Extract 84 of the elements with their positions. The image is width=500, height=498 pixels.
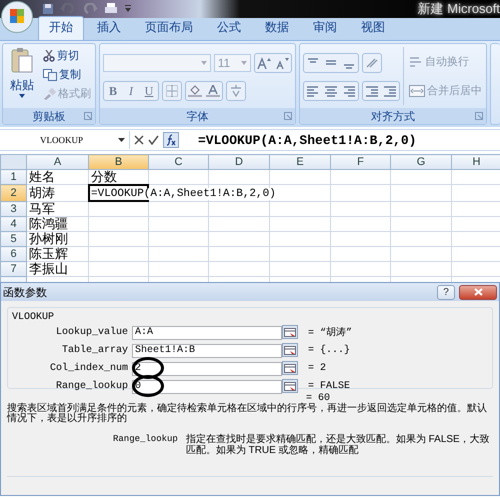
help-button[interactable]: ?: [437, 284, 455, 300]
close-button[interactable]: [459, 284, 497, 300]
ribbon-tab[interactable]: 公式: [206, 16, 252, 40]
column-header[interactable]: B: [88, 154, 148, 170]
parameter-label: Col_index_num: [48, 362, 129, 374]
paste-button[interactable]: 粘贴: [6, 47, 38, 105]
row-header[interactable]: 7: [0, 262, 26, 276]
row-header[interactable]: 2: [0, 184, 26, 202]
parameter-result: = {...}: [307, 344, 352, 356]
row-header[interactable]: 4: [0, 216, 26, 232]
parameter-label: Table_array: [60, 344, 129, 356]
parameter-name: Range_lookup: [113, 434, 178, 446]
range-select-button[interactable]: [282, 379, 298, 393]
insert-function-icon[interactable]: [163, 132, 179, 148]
row-header[interactable]: 1: [0, 170, 26, 184]
merge-cells-icon: [409, 84, 425, 96]
caret-icon: [19, 94, 25, 98]
dialog-title: 函数参数: [3, 286, 47, 300]
range-select-button[interactable]: [282, 325, 298, 339]
cell-text: =VLOOKUP(A:A,Sheet1!A:B,2,0): [91, 188, 276, 200]
format-button[interactable]: U: [140, 82, 158, 100]
font-color-icon[interactable]: [204, 82, 222, 100]
ribbon-button[interactable]: 复制: [42, 66, 92, 83]
copy-icon: [43, 68, 57, 80]
cell-text: 马军: [29, 201, 55, 216]
name-box[interactable]: VLOOKUP: [0, 131, 130, 149]
group-label: 对齐方式: [371, 110, 415, 124]
ribbon-tab[interactable]: 数据: [254, 16, 300, 40]
wrap-text-icon: [409, 56, 423, 68]
group-label: 剪贴板: [32, 110, 66, 124]
row-header[interactable]: 5: [0, 232, 26, 246]
ribbon-tab[interactable]: 视图: [350, 16, 396, 40]
enter-icon[interactable]: [148, 135, 159, 145]
input-field[interactable]: 0: [132, 380, 282, 394]
parameter-label: Lookup_value: [54, 326, 129, 338]
save-icon[interactable]: [42, 3, 54, 15]
cell-text: 姓名: [29, 169, 55, 184]
ribbon-button[interactable]: 剪切: [42, 47, 92, 64]
format-button[interactable]: I: [122, 82, 140, 100]
column-header[interactable]: H: [452, 154, 500, 170]
ribbon-tab[interactable]: 开始: [38, 16, 84, 40]
scissors-icon: [43, 50, 55, 62]
input-field[interactable]: Sheet1!A:B: [132, 344, 282, 358]
formula-field[interactable]: =VLOOKUP(A:A,Sheet1!A:B,2,0): [196, 132, 416, 148]
parameter-label: Range_lookup: [54, 380, 129, 392]
cell-text: 分数: [91, 169, 117, 184]
cell-text: 陈鸿疆: [29, 216, 68, 231]
cancel-icon[interactable]: [134, 135, 144, 145]
group-label: 字体: [186, 110, 208, 124]
cell-text: 孙树刚: [29, 231, 68, 246]
function-name: VLOOKUP: [11, 312, 56, 323]
parameter-result: = “胡涛”: [307, 326, 354, 339]
column-header[interactable]: F: [330, 154, 390, 170]
ribbon-tab[interactable]: 审阅: [302, 16, 348, 40]
input-field[interactable]: A:A: [132, 326, 282, 340]
parameter-description: 指定在查找时是要求精确匹配，还是大致匹配。如果为 FALSE，大致匹配。如果为 TRUE 或忽略，精确匹配: [186, 434, 491, 456]
column-header[interactable]: E: [270, 154, 330, 170]
ribbon-tab[interactable]: 插入: [86, 16, 132, 40]
cell-text: 胡涛: [29, 185, 55, 200]
format-button[interactable]: B: [104, 82, 122, 100]
window-title: 新建 Microsoft: [418, 0, 500, 18]
caret-icon: [241, 61, 247, 65]
customize-icon[interactable]: [124, 4, 132, 14]
ribbon-tab[interactable]: 页面布局: [134, 16, 204, 40]
close-icon: [474, 288, 482, 296]
parameter-result: = 2: [307, 362, 328, 374]
input-field[interactable]: 2: [132, 362, 282, 376]
cell-text: 陈玉辉: [29, 246, 68, 261]
range-select-button[interactable]: [282, 361, 298, 375]
row-header[interactable]: 3: [0, 202, 26, 216]
row-header[interactable]: 6: [0, 246, 26, 262]
print-icon[interactable]: [104, 3, 118, 15]
column-header[interactable]: A: [26, 154, 88, 170]
range-select-button[interactable]: [282, 343, 298, 357]
column-header[interactable]: D: [208, 154, 270, 170]
parameter-result: = FALSE: [307, 380, 352, 392]
caret-icon: [200, 61, 207, 65]
column-header[interactable]: C: [148, 154, 208, 170]
column-header[interactable]: G: [390, 154, 452, 170]
brush-icon: [43, 88, 56, 100]
cell-text: 李振山: [29, 261, 68, 276]
font-name-field[interactable]: [103, 54, 211, 72]
function-description: 搜索表区域首列满足条件的元素，确定待检索单元格在区域中的行序号，再进一步返回选定单元格的值。默认情况下，表是以升序排序的: [7, 404, 488, 424]
formula-result: = 60: [306, 393, 330, 404]
